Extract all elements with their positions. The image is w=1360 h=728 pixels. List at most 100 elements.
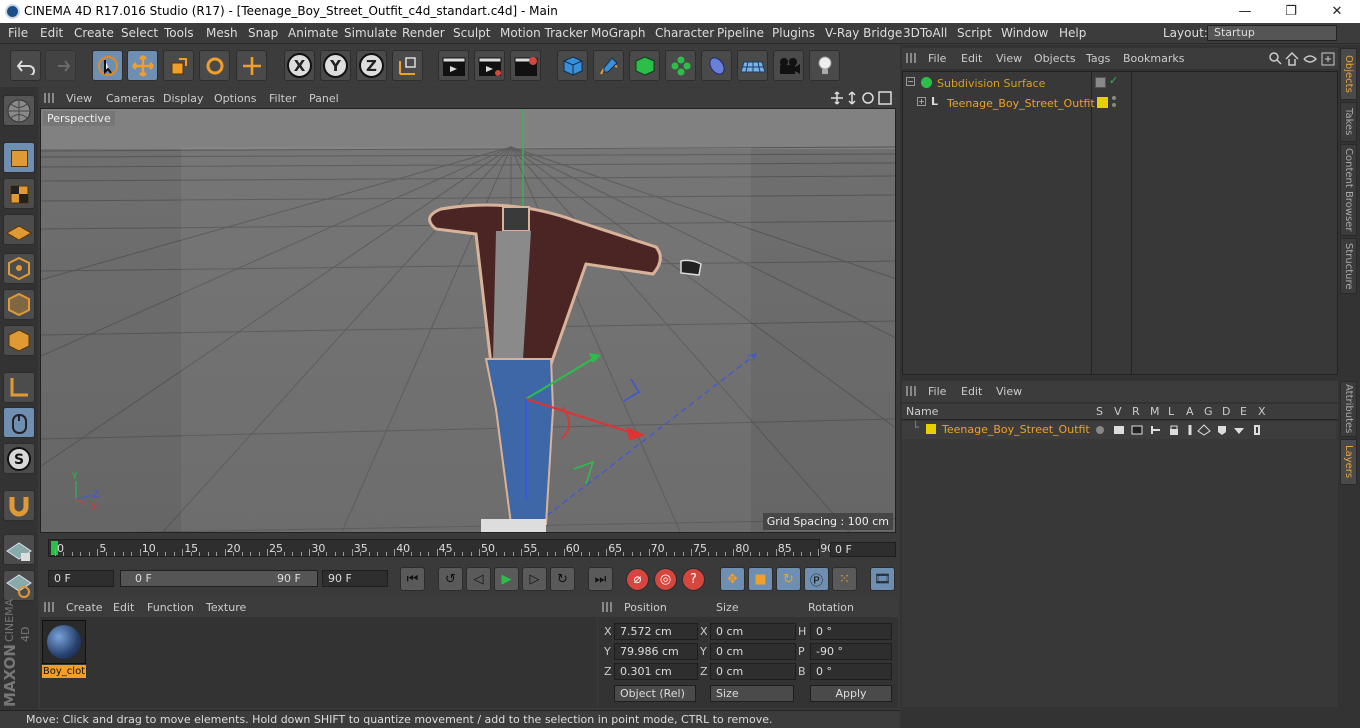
layer-col-d[interactable]: D	[1222, 405, 1230, 418]
tab-objects[interactable]: Objects	[1340, 48, 1357, 100]
model-mode-button[interactable]	[3, 142, 35, 173]
viewport-nav-icons[interactable]	[830, 90, 896, 106]
texture-mode-button[interactable]	[3, 178, 35, 209]
menu-edit[interactable]: Edit	[40, 26, 63, 40]
layer-col-v[interactable]: V	[1114, 405, 1122, 418]
apply-button[interactable]: Apply	[810, 685, 892, 702]
menu-motion-tracker[interactable]: Motion Tracker	[500, 26, 588, 40]
autokey-button[interactable]: ◎	[654, 568, 677, 591]
previous-key-button[interactable]: ↺	[438, 567, 463, 591]
add-light-button[interactable]	[809, 50, 840, 81]
polygons-mode-button[interactable]	[3, 325, 35, 356]
size-y-field[interactable]: 0 cm	[710, 643, 796, 660]
tab-structure[interactable]: Structure	[1340, 238, 1357, 294]
timeline-window-button[interactable]: 🎞	[870, 567, 895, 591]
render-picture-viewer-button[interactable]	[474, 50, 505, 81]
collapse-icon[interactable]: −	[906, 77, 915, 86]
recent-tool-button[interactable]	[236, 50, 267, 81]
render-settings-button[interactable]	[510, 50, 541, 81]
object-name-subdivision[interactable]: Subdivision Surface	[937, 77, 1045, 90]
material-menu-create[interactable]: Create	[66, 601, 103, 614]
menu-vray-bridge[interactable]: V-Ray Bridge	[825, 26, 902, 40]
layer-col-e[interactable]: E	[1240, 405, 1247, 418]
rotate-tool-button[interactable]	[199, 50, 230, 81]
layer-color-swatch[interactable]	[926, 424, 936, 434]
add-camera-button[interactable]	[773, 50, 804, 81]
key-position-button[interactable]: ✥	[720, 567, 745, 591]
tab-takes[interactable]: Takes	[1340, 102, 1357, 142]
current-frame-field[interactable]: 0 F	[830, 542, 896, 557]
add-mograph-button[interactable]	[665, 50, 696, 81]
menu-window[interactable]: Window	[1001, 26, 1048, 40]
viewport-menu-panel[interactable]: Panel	[309, 92, 339, 105]
menu-sculpt[interactable]: Sculpt	[453, 26, 490, 40]
layer-col-l[interactable]: L	[1168, 405, 1174, 418]
record-button[interactable]: ⌀	[626, 568, 649, 591]
viewport-menu-view[interactable]: View	[66, 92, 92, 105]
material-menu-function[interactable]: Function	[147, 601, 194, 614]
add-deformer-button[interactable]	[701, 50, 732, 81]
size-x-field[interactable]: 0 cm	[710, 623, 796, 640]
start-frame-field[interactable]: 0 F	[48, 570, 114, 587]
object-menu-objects[interactable]: Objects	[1034, 52, 1076, 65]
workplane-mode-button[interactable]	[3, 214, 35, 245]
material-swatch[interactable]: Boy_clot	[42, 620, 86, 678]
material-menu-texture[interactable]: Texture	[206, 601, 246, 614]
tab-layers[interactable]: Layers	[1340, 439, 1357, 485]
y-axis-lock-button[interactable]: Y	[320, 50, 351, 81]
layer-col-x[interactable]: X	[1258, 405, 1266, 418]
previous-frame-button[interactable]: ◁	[466, 567, 491, 591]
viewport-menu-cameras[interactable]: Cameras	[106, 92, 155, 105]
add-subdivision-button[interactable]	[629, 50, 660, 81]
viewport-menu-display[interactable]: Display	[163, 92, 204, 105]
object-menu-tags[interactable]: Tags	[1086, 52, 1110, 65]
menu-mograph[interactable]: MoGraph	[591, 26, 646, 40]
menu-script[interactable]: Script	[957, 26, 992, 40]
add-floor-button[interactable]	[737, 50, 768, 81]
menu-character[interactable]: Character	[655, 26, 714, 40]
preview-range-slider[interactable]: 0 F 90 F	[120, 570, 318, 587]
layer-col-s[interactable]: S	[1096, 405, 1103, 418]
position-y-field[interactable]: 79.986 cm	[614, 643, 698, 660]
menu-plugins[interactable]: Plugins	[772, 26, 815, 40]
layer-col-g[interactable]: G	[1204, 405, 1213, 418]
visibility-toggle[interactable]	[1095, 77, 1106, 88]
workplane-lock-button[interactable]	[3, 534, 35, 565]
solo-mode-button[interactable]: S	[3, 443, 35, 474]
rotation-p-field[interactable]: -90 °	[810, 643, 892, 660]
layer-row[interactable]: └ Teenage_Boy_Street_Outfit	[902, 421, 1336, 439]
key-scale-button[interactable]: ■	[748, 567, 773, 591]
editor-visibility-dot[interactable]	[1112, 96, 1116, 100]
perspective-viewport[interactable]: Y Z X Perspective Grid Spacing : 100 cm	[40, 108, 896, 533]
close-button[interactable]: ✕	[1314, 0, 1360, 23]
menu-pipeline[interactable]: Pipeline	[717, 26, 764, 40]
undo-button[interactable]	[10, 50, 41, 81]
key-pla-button[interactable]: ⁙	[832, 567, 857, 591]
menu-file[interactable]: File	[8, 26, 28, 40]
viewport-menu-options[interactable]: Options	[214, 92, 256, 105]
layer-name[interactable]: Teenage_Boy_Street_Outfit	[942, 423, 1090, 436]
render-visibility-dot[interactable]	[1112, 103, 1116, 107]
keyframe-selection-button[interactable]: ?	[682, 568, 705, 591]
go-to-end-button[interactable]: ⏭	[588, 567, 613, 591]
move-tool-button[interactable]	[127, 50, 158, 81]
menu-select[interactable]: Select	[121, 26, 158, 40]
object-manager-tools[interactable]	[1268, 51, 1338, 67]
minimize-button[interactable]: —	[1222, 0, 1268, 23]
menu-mesh[interactable]: Mesh	[206, 26, 238, 40]
layer-col-m[interactable]: M	[1150, 405, 1160, 418]
layout-select[interactable]: Startup	[1207, 25, 1337, 41]
enabled-check-icon[interactable]: ✓	[1109, 74, 1118, 87]
layer-menu-edit[interactable]: Edit	[961, 385, 982, 398]
layer-color-swatch[interactable]	[1097, 97, 1108, 108]
object-menu-bookmarks[interactable]: Bookmarks	[1123, 52, 1184, 65]
menu-animate[interactable]: Animate	[288, 26, 338, 40]
layer-col-name[interactable]: Name	[906, 405, 938, 418]
coordinate-mode-select[interactable]: Object (Rel)	[614, 685, 696, 702]
play-button[interactable]: ▶	[494, 567, 519, 591]
menu-create[interactable]: Create	[74, 26, 114, 40]
menu-3dtoall[interactable]: 3DToAll	[903, 26, 947, 40]
object-row-teenage-boy[interactable]: + L Teenage_Boy_Street_Outfit	[903, 94, 1337, 112]
make-editable-button[interactable]	[3, 95, 35, 126]
object-row-subdivision[interactable]: − Subdivision Surface ✓	[903, 74, 1337, 92]
